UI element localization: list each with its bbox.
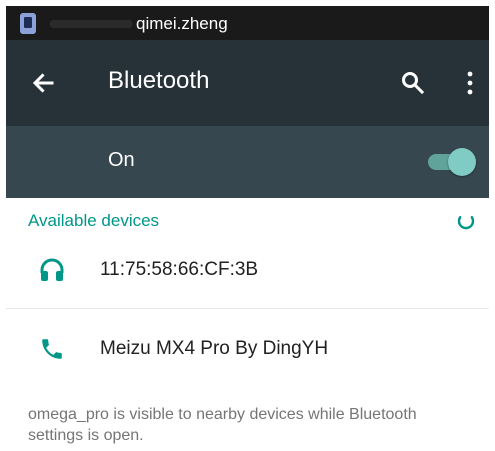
bluetooth-toggle[interactable]	[426, 145, 478, 179]
device-name: 11:75:58:66:CF:3B	[100, 259, 259, 280]
arrow-left-icon	[32, 73, 54, 93]
status-redacted-text	[50, 20, 132, 28]
status-bar: qimei.zheng	[6, 6, 489, 40]
more-vertical-icon	[467, 71, 473, 95]
search-icon	[402, 72, 425, 95]
divider	[6, 308, 489, 309]
refresh-spinner-icon	[456, 212, 476, 232]
bluetooth-switch-bar: On	[6, 126, 489, 198]
switch-label: On	[108, 149, 135, 171]
headphones-icon	[39, 257, 65, 283]
available-devices-header: Available devices	[28, 211, 160, 230]
toggle-thumb	[448, 148, 476, 176]
phone-icon	[20, 13, 36, 34]
overflow-menu-button[interactable]	[462, 70, 478, 96]
device-row[interactable]: Meizu MX4 Pro By DingYH	[6, 317, 489, 382]
status-user-name: qimei.zheng	[136, 14, 228, 33]
visibility-notice: omega_pro is visible to nearby devices w…	[28, 406, 417, 444]
toolbar: Bluetooth	[6, 40, 489, 126]
page-title: Bluetooth	[108, 67, 210, 94]
device-row[interactable]: 11:75:58:66:CF:3B	[6, 238, 489, 303]
search-button[interactable]	[400, 70, 426, 96]
device-name: Meizu MX4 Pro By DingYH	[100, 338, 329, 359]
phone-icon	[39, 336, 65, 362]
bluetooth-settings-screen: qimei.zheng Bluetooth On Available devic…	[6, 6, 489, 451]
back-button[interactable]	[30, 70, 56, 96]
